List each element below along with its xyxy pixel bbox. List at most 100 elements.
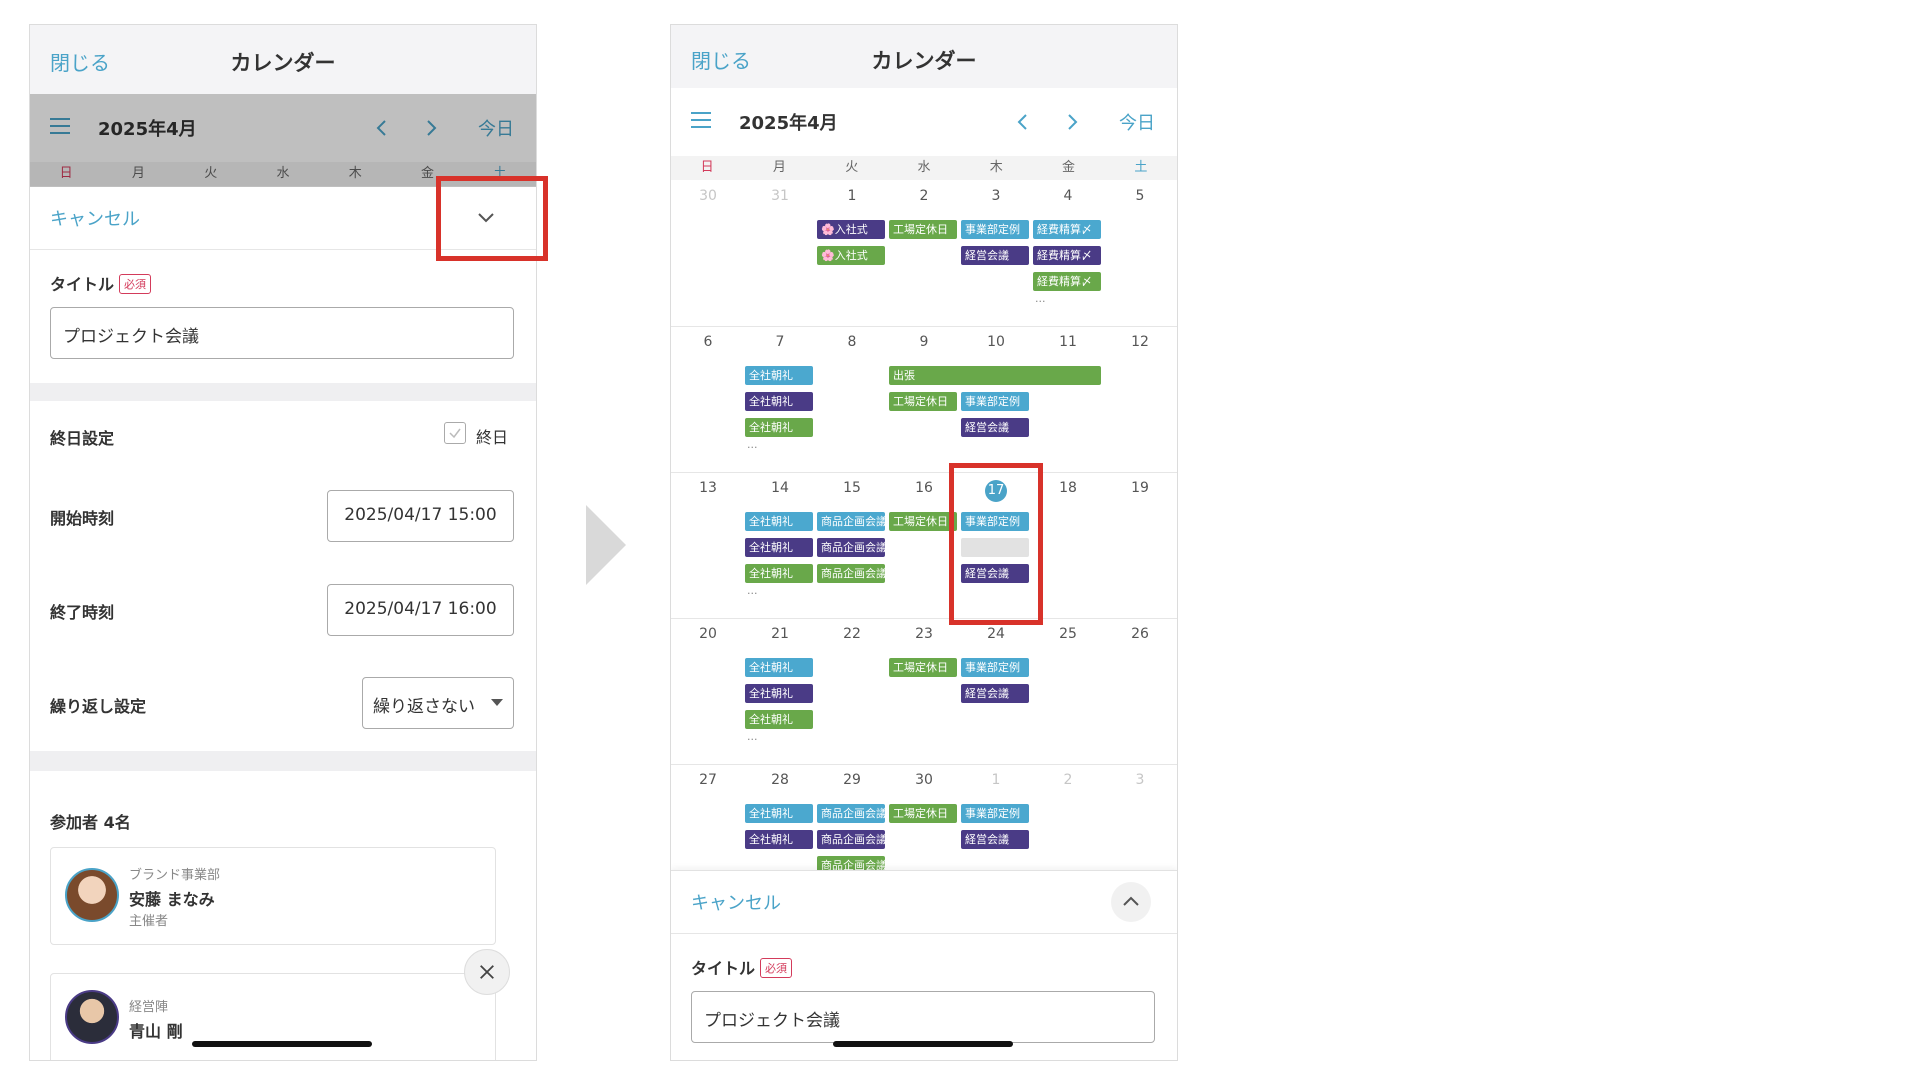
calendar-event[interactable]: 事業部定例 [961, 392, 1029, 411]
calendar-event[interactable]: 🌸入社式 [817, 246, 885, 265]
participant-card[interactable]: 経営陣 青山 剛 [50, 973, 496, 1060]
calendar-event[interactable]: 全社朝礼 [745, 512, 813, 531]
calendar-event[interactable]: 全社朝礼 [745, 684, 813, 703]
allday-checkbox[interactable] [444, 422, 466, 444]
weekday-sat: 土 [1134, 160, 1148, 175]
more-indicator[interactable]: ... [747, 438, 758, 451]
day-number[interactable]: 15 [816, 480, 888, 496]
calendar-event[interactable]: 商品企画会議 [817, 804, 885, 823]
start-time-label: 開始時刻 [50, 509, 115, 528]
start-time-row: 開始時刻 2025/04/17 15:00 [30, 469, 536, 564]
day-number[interactable]: 2 [1032, 772, 1104, 788]
day-number[interactable]: 30 [672, 188, 744, 204]
chevron-right-icon[interactable] [1062, 112, 1082, 132]
day-number[interactable]: 2 [888, 188, 960, 204]
calendar-event[interactable]: 経営会議 [961, 830, 1029, 849]
day-number[interactable]: 1 [960, 772, 1032, 788]
day-number[interactable]: 4 [1032, 188, 1104, 204]
day-number[interactable]: 28 [744, 772, 816, 788]
day-number[interactable]: 10 [960, 334, 1032, 350]
day-number[interactable]: 3 [960, 188, 1032, 204]
day-number[interactable]: 26 [1104, 626, 1176, 642]
title-input[interactable]: プロジェクト会議 [691, 991, 1155, 1043]
calendar-event[interactable]: 商品企画会議 [817, 564, 885, 583]
title-label-text: タイトル [50, 275, 115, 294]
day-number[interactable]: 13 [672, 480, 744, 496]
chevron-up-icon [1123, 896, 1139, 906]
calendar-event[interactable]: 工場定休日 [889, 804, 957, 823]
calendar-event[interactable]: 事業部定例 [961, 220, 1029, 239]
calendar-event[interactable]: 全社朝礼 [745, 538, 813, 557]
calendar-event[interactable]: 工場定休日 [889, 512, 957, 531]
cancel-button[interactable]: キャンセル [50, 205, 140, 231]
participant-card[interactable]: ブランド事業部 安藤 まなみ 主催者 [50, 847, 496, 945]
calendar-event[interactable]: 事業部定例 [961, 658, 1029, 677]
day-number[interactable]: 31 [744, 188, 816, 204]
calendar-event[interactable]: 商品企画会議 [817, 538, 885, 557]
calendar-event[interactable]: 全社朝礼 [745, 658, 813, 677]
calendar-event[interactable]: 経営会議 [961, 684, 1029, 703]
calendar-event[interactable]: 全社朝礼 [745, 804, 813, 823]
day-number[interactable]: 14 [744, 480, 816, 496]
calendar-event[interactable]: 経費精算〆 [1033, 272, 1101, 291]
remove-participant-button[interactable] [464, 949, 510, 995]
expand-button[interactable] [1111, 882, 1151, 922]
right-phone-screen: 閉じる カレンダー 2025年4月 今日 日 月 火 水 木 金 土 30 31 1… [670, 24, 1178, 1061]
day-number[interactable]: 6 [672, 334, 744, 350]
day-number[interactable]: 9 [888, 334, 960, 350]
repeat-select-value: 繰り返さない [373, 697, 475, 717]
day-number[interactable]: 27 [672, 772, 744, 788]
calendar-event[interactable]: 🌸入社式 [817, 220, 885, 239]
more-indicator[interactable]: ... [1035, 292, 1046, 305]
day-number[interactable]: 7 [744, 334, 816, 350]
calendar-event[interactable]: 経費精算〆 [1033, 246, 1101, 265]
repeat-select[interactable]: 繰り返さない [362, 677, 514, 729]
day-number[interactable]: 20 [672, 626, 744, 642]
day-number[interactable]: 25 [1032, 626, 1104, 642]
calendar-event[interactable]: 経営会議 [961, 246, 1029, 265]
calendar-event[interactable]: 事業部定例 [961, 804, 1029, 823]
calendar-event[interactable]: 経営会議 [961, 418, 1029, 437]
day-number[interactable]: 21 [744, 626, 816, 642]
day-number[interactable]: 23 [888, 626, 960, 642]
more-indicator[interactable]: ... [747, 584, 758, 597]
day-number[interactable]: 11 [1032, 334, 1104, 350]
cancel-button[interactable]: キャンセル [691, 889, 781, 915]
checkmark-icon [449, 428, 461, 439]
calendar-event[interactable]: 工場定休日 [889, 392, 957, 411]
calendar-event[interactable]: 全社朝礼 [745, 392, 813, 411]
day-number[interactable]: 5 [1104, 188, 1176, 204]
calendar-event[interactable]: 商品企画会議 [817, 830, 885, 849]
calendar-event[interactable]: 全社朝礼 [745, 564, 813, 583]
calendar-week: 6 7 8 9 10 11 12 全社朝礼 全社朝礼 全社朝礼 出張 工場定休日 事業部定例 経営会議..… [671, 326, 1177, 473]
calendar-event[interactable]: 全社朝礼 [745, 710, 813, 729]
day-number[interactable]: 29 [816, 772, 888, 788]
day-number[interactable]: 12 [1104, 334, 1176, 350]
day-number[interactable]: 22 [816, 626, 888, 642]
day-number[interactable]: 24 [960, 626, 1032, 642]
calendar-event[interactable]: 工場定休日 [889, 220, 957, 239]
chevron-left-icon[interactable] [1013, 112, 1033, 132]
more-indicator[interactable]: ... [747, 730, 758, 743]
day-number[interactable]: 1 [816, 188, 888, 204]
day-number[interactable]: 30 [888, 772, 960, 788]
participant-name: 安藤 まなみ [129, 890, 215, 909]
day-number[interactable]: 3 [1104, 772, 1176, 788]
end-time-input[interactable]: 2025/04/17 16:00 [327, 584, 514, 636]
home-indicator [833, 1041, 1013, 1047]
calendar-event[interactable]: 全社朝礼 [745, 366, 813, 385]
participant-role: 主催者 [129, 914, 169, 929]
calendar-event[interactable]: 経費精算〆 [1033, 220, 1101, 239]
start-time-input[interactable]: 2025/04/17 15:00 [327, 490, 514, 542]
calendar-event[interactable]: 商品企画会議 [817, 512, 885, 531]
day-number[interactable]: 8 [816, 334, 888, 350]
menu-icon[interactable] [691, 112, 711, 128]
calendar-event[interactable]: 全社朝礼 [745, 418, 813, 437]
day-number[interactable]: 19 [1104, 480, 1176, 496]
calendar-event[interactable]: 全社朝礼 [745, 830, 813, 849]
avatar [65, 868, 119, 922]
calendar-event[interactable]: 出張 [889, 366, 1101, 385]
today-button[interactable]: 今日 [1119, 109, 1155, 135]
calendar-event[interactable]: 工場定休日 [889, 658, 957, 677]
title-input[interactable]: プロジェクト会議 [50, 307, 514, 359]
